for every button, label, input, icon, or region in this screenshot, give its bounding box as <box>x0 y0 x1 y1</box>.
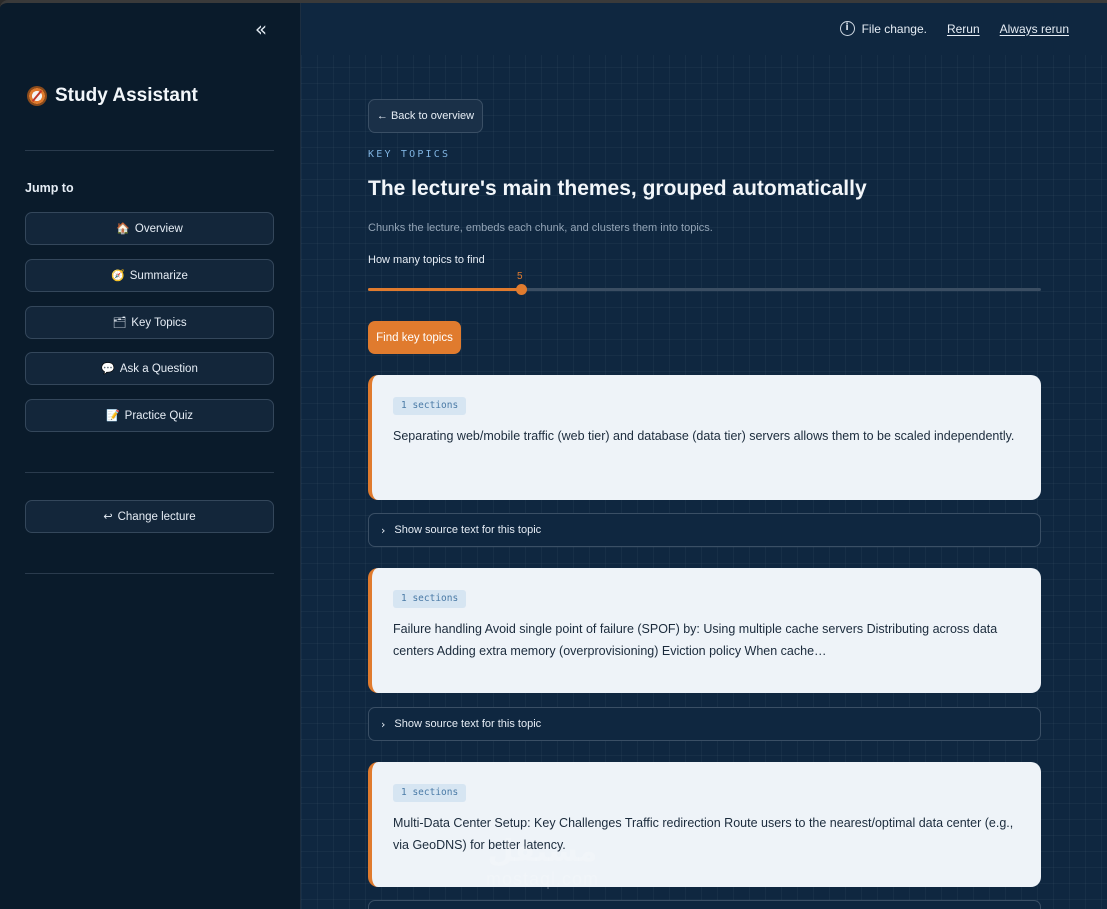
jump-to-label: Jump to <box>25 181 74 195</box>
topic-card: 1 sections Multi-Data Center Setup: Key … <box>368 762 1041 887</box>
topic-card: 1 sections Separating web/mobile traffic… <box>368 375 1041 500</box>
sidebar-item-summarize[interactable]: 🧭 Summarize <box>25 259 274 292</box>
expander-label: Show source text for this topic <box>394 524 542 536</box>
change-lecture-button[interactable]: ↩ Change lecture <box>25 500 274 533</box>
topic-summary: Separating web/mobile traffic (web tier)… <box>393 429 1015 443</box>
back-to-overview-button[interactable]: ← Back to overview <box>368 99 483 133</box>
watermark-logo: مستقل <box>487 834 598 869</box>
sidebar-item-label: Ask a Question <box>119 362 198 375</box>
sidebar-item-label: Summarize <box>129 269 188 282</box>
always-rerun-button[interactable]: Always rerun <box>1000 22 1069 36</box>
app-window: « Study Assistant Jump to 🏠 Overview 🧭 S… <box>0 0 1107 909</box>
expander-label: Show source text for this topic <box>394 718 542 730</box>
section-eyebrow: KEY TOPICS <box>368 149 451 160</box>
sidebar-divider <box>25 573 274 574</box>
sidebar-divider <box>25 150 274 151</box>
status-text: File change. <box>861 21 927 36</box>
chevron-right-icon: › <box>381 717 386 731</box>
main-content: i File change. Rerun Always rerun ← Back… <box>301 3 1107 909</box>
watermark-text: mostaql.com <box>486 869 600 889</box>
topic-summary: Failure handling Avoid single point of f… <box>393 622 998 658</box>
house-icon: 🏠 <box>116 222 130 235</box>
return-arrow-icon: ↩ <box>103 510 113 523</box>
page-title: The lecture's main themes, grouped autom… <box>368 177 867 200</box>
sidebar-item-overview[interactable]: 🏠 Overview <box>25 212 274 245</box>
sidebar-item-label: Practice Quiz <box>124 409 194 422</box>
sidebar-item-practice-quiz[interactable]: 📝 Practice Quiz <box>25 399 274 432</box>
file-change-status: i File change. <box>839 21 927 36</box>
brand-title: Study Assistant <box>55 85 198 106</box>
sidebar: « Study Assistant Jump to 🏠 Overview 🧭 S… <box>0 3 301 909</box>
rerun-button[interactable]: Rerun <box>947 22 980 36</box>
info-icon: i <box>839 21 855 36</box>
watermark: مستقل mostaql.com <box>486 834 600 890</box>
collapse-sidebar-icon[interactable]: « <box>250 19 272 41</box>
slider-fill <box>368 288 521 291</box>
slider-value-readout: 5 <box>517 271 523 282</box>
show-source-expander[interactable]: › Show source text for this topic <box>368 900 1041 909</box>
change-lecture-label: Change lecture <box>117 510 196 523</box>
find-key-topics-button[interactable]: Find key topics <box>368 321 461 354</box>
chevron-right-icon: › <box>381 523 386 537</box>
sidebar-item-ask-question[interactable]: 💬 Ask a Question <box>25 352 274 385</box>
compass-icon <box>27 86 47 106</box>
folder-icon: 🗂 <box>112 316 127 329</box>
memo-icon: 📝 <box>105 409 120 422</box>
topic-card: 1 sections Failure handling Avoid single… <box>368 568 1041 693</box>
show-source-expander[interactable]: › Show source text for this topic <box>368 707 1041 741</box>
speech-bubble-icon: 💬 <box>101 362 115 375</box>
compass-icon: 🧭 <box>111 269 125 282</box>
show-source-expander[interactable]: › Show source text for this topic <box>368 513 1041 547</box>
sidebar-divider <box>25 472 274 473</box>
sidebar-item-label: Overview <box>134 222 183 235</box>
top-toolbar: i File change. Rerun Always rerun <box>301 3 1107 55</box>
slider-handle[interactable] <box>515 284 527 295</box>
sidebar-item-label: Key Topics <box>131 316 187 329</box>
section-count-badge: 1 sections <box>393 784 467 802</box>
page-description: Chunks the lecture, embeds each chunk, a… <box>368 222 713 234</box>
topic-count-label: How many topics to find <box>368 254 485 266</box>
brand: Study Assistant <box>27 85 198 107</box>
section-count-badge: 1 sections <box>393 590 467 608</box>
topic-count-slider[interactable] <box>368 284 1041 295</box>
sidebar-item-key-topics[interactable]: 🗂 Key Topics <box>25 306 274 339</box>
section-count-badge: 1 sections <box>393 397 467 415</box>
